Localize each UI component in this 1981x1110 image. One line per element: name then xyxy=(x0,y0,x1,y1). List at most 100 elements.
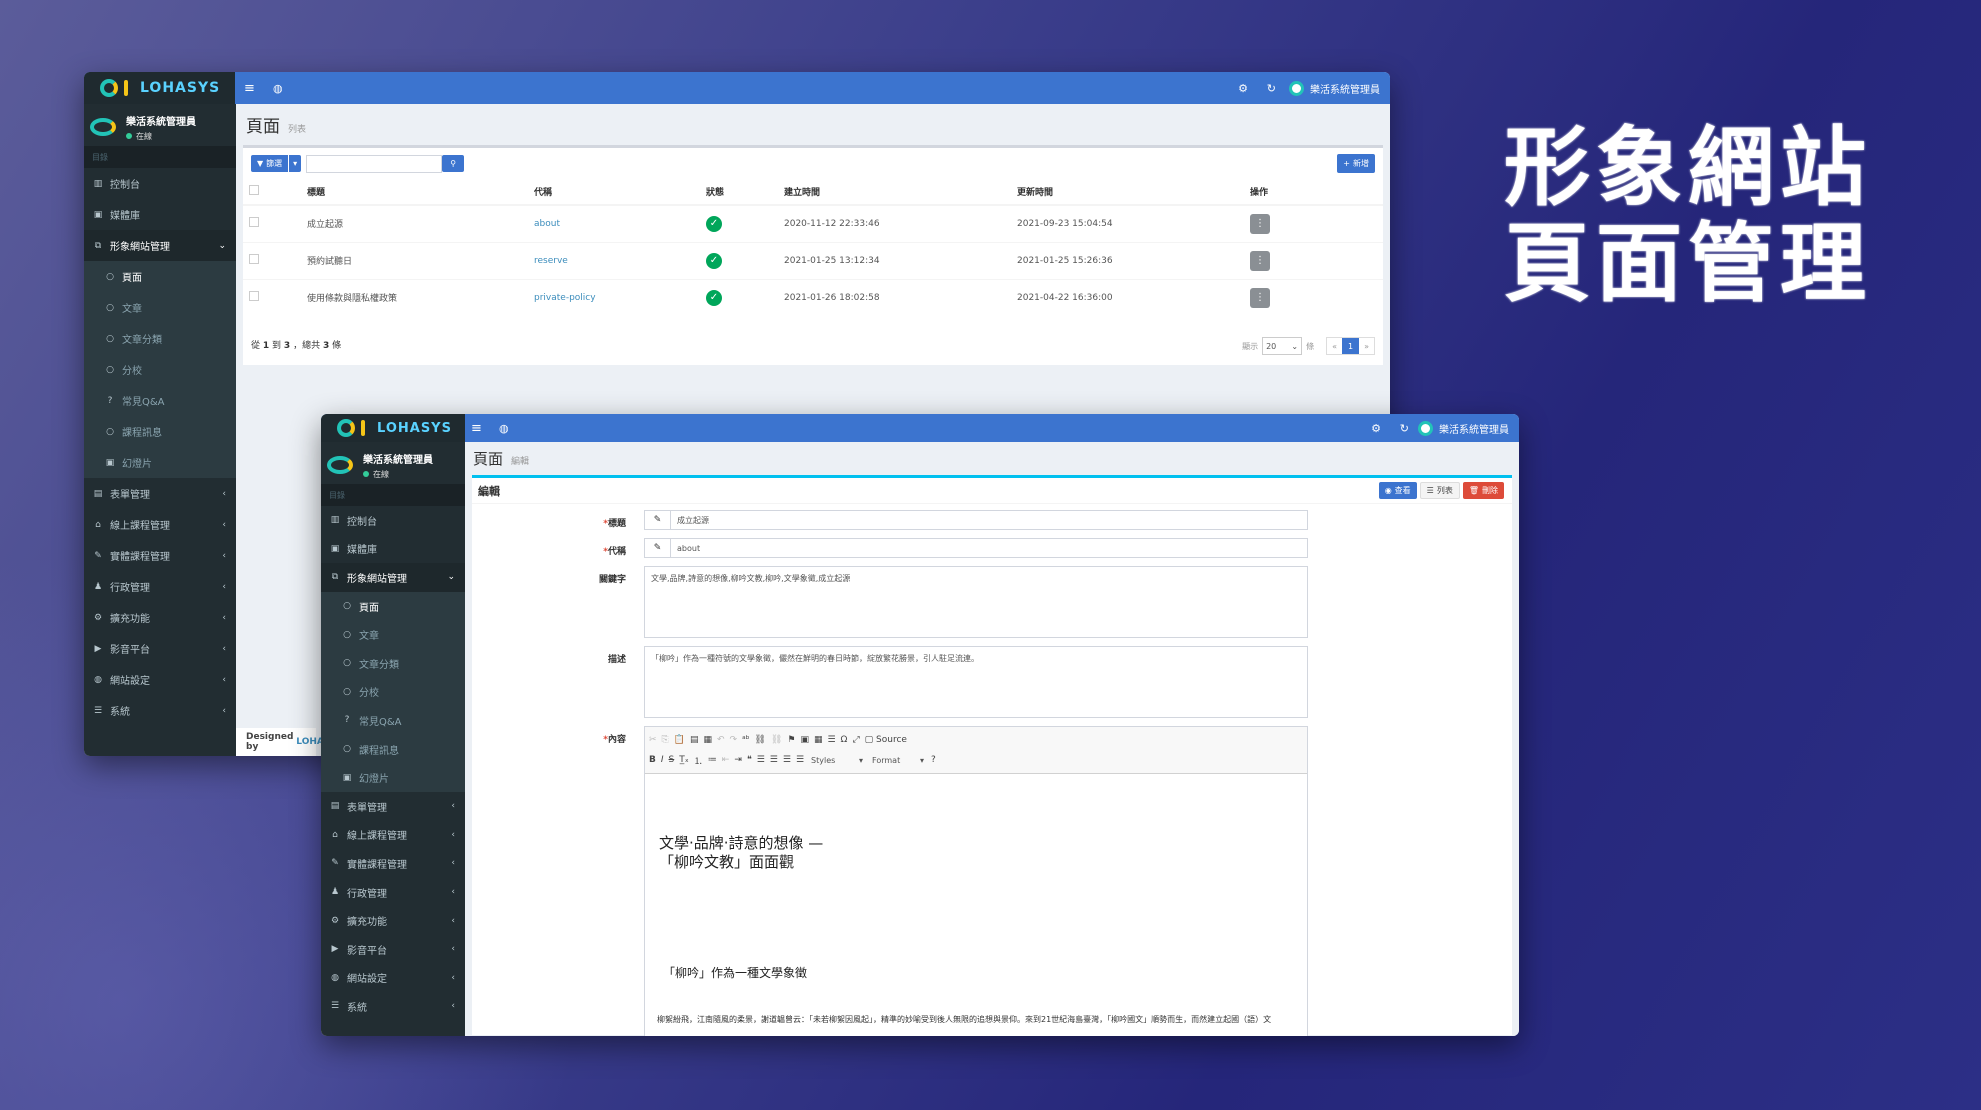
sidebar-item-dashboard[interactable]: ▥ 控制台 xyxy=(321,506,465,535)
maximize-icon[interactable]: ⤢ xyxy=(852,735,859,745)
source-button[interactable]: ▢ Source xyxy=(865,735,907,745)
remove-format-icon[interactable]: T̲ₓ xyxy=(679,755,689,765)
page-link-current[interactable]: 1 xyxy=(1342,338,1360,354)
unlink-icon[interactable]: ⛓ xyxy=(771,735,782,745)
sidebar-subitem-articles[interactable]: ○ 文章 xyxy=(321,620,465,649)
blockquote-icon[interactable]: ❝ xyxy=(747,755,752,765)
sidebar-subitem-articles[interactable]: ○ 文章 xyxy=(84,292,236,323)
list-button[interactable]: ☰ 列表 xyxy=(1419,482,1460,499)
col-slug[interactable]: 代稱 xyxy=(530,179,702,206)
col-select[interactable] xyxy=(243,179,303,206)
row-checkbox[interactable] xyxy=(249,291,259,302)
next-page-link[interactable]: » xyxy=(1359,342,1374,351)
sidebar-subitem-categories[interactable]: ○ 文章分類 xyxy=(84,323,236,354)
row-slug-link[interactable]: reserve xyxy=(530,241,702,279)
settings-icon[interactable]: ⚙ xyxy=(1238,72,1248,104)
sidebar-item-video[interactable]: ▶ 影音平台 ‹ xyxy=(321,935,465,964)
filter-button[interactable]: ▼ 篩選 xyxy=(251,155,289,172)
col-status[interactable]: 狀態 xyxy=(702,179,780,206)
copy-icon[interactable]: ⎘ xyxy=(662,735,669,745)
sidebar-subitem-course-news[interactable]: ○ 課程訊息 xyxy=(321,735,465,764)
sidebar-item-system[interactable]: ☰ 系統 ‹ xyxy=(321,992,465,1021)
col-updated[interactable]: 更新時間 xyxy=(1013,179,1246,206)
delete-button[interactable]: 🗑 刪除 xyxy=(1462,482,1504,499)
sidebar-item-site-settings[interactable]: ◍ 網站設定 ‹ xyxy=(321,964,465,993)
special-char-icon[interactable]: Ω xyxy=(841,735,848,745)
description-textarea[interactable]: 「柳吟」作為一種符號的文學象徵，儼然在鮮明的春日時節，綻放繁花勝景，引人駐足流連… xyxy=(644,646,1308,718)
image-icon[interactable]: ▣ xyxy=(800,735,809,745)
sidebar-item-extensions[interactable]: ⚙ 擴充功能 ‹ xyxy=(321,906,465,935)
sidebar-item-extensions[interactable]: ⚙ 擴充功能 ‹ xyxy=(84,602,236,633)
slug-field[interactable]: ✎ about xyxy=(644,538,1308,558)
row-checkbox[interactable] xyxy=(249,217,259,228)
sidebar-item-online-courses[interactable]: ⌂ 線上課程管理 ‹ xyxy=(84,509,236,540)
row-slug-link[interactable]: private-policy xyxy=(530,278,702,316)
search-button[interactable]: ⚲ xyxy=(442,155,465,172)
sidebar-subitem-faq[interactable]: ? 常見Q&A xyxy=(84,385,236,416)
sidebar-item-media[interactable]: ▣ 媒體庫 xyxy=(321,535,465,564)
view-button[interactable]: ◉ 查看 xyxy=(1378,482,1417,499)
keywords-textarea[interactable]: 文學,品牌,詩意的想像,柳吟文教,柳吟,文學象徵,成立起源 xyxy=(644,566,1308,638)
select-all-checkbox[interactable] xyxy=(249,185,259,195)
undo-icon[interactable]: ↶ xyxy=(717,735,725,745)
redo-icon[interactable]: ↷ xyxy=(730,735,738,745)
col-title[interactable]: 標題 xyxy=(303,179,530,206)
sidebar-item-system[interactable]: ☰ 系統 ‹ xyxy=(84,695,236,726)
refresh-icon[interactable]: ↻ xyxy=(1400,414,1409,442)
menu-toggle-icon[interactable]: ≡ xyxy=(244,72,255,104)
status-check-icon[interactable]: ✓ xyxy=(706,252,722,269)
sidebar-subitem-pages[interactable]: ○ 頁面 xyxy=(84,261,236,292)
more-actions-icon[interactable]: ⋮ xyxy=(1250,250,1270,271)
cut-icon[interactable]: ✂ xyxy=(649,735,657,745)
paste-word-icon[interactable]: ▦ xyxy=(703,735,712,745)
title-field[interactable]: ✎ 成立起源 xyxy=(644,510,1308,530)
status-check-icon[interactable]: ✓ xyxy=(706,215,722,232)
sidebar-item-forms[interactable]: ▤ 表單管理 ‹ xyxy=(84,478,236,509)
justify-icon[interactable]: ☰ xyxy=(796,755,804,765)
per-page-select[interactable]: 20 ⌄ xyxy=(1262,337,1303,355)
search-input[interactable] xyxy=(306,154,443,173)
globe-icon[interactable]: ◍ xyxy=(273,72,283,104)
table-icon[interactable]: ▦ xyxy=(814,735,823,745)
sidebar-subitem-categories[interactable]: ○ 文章分類 xyxy=(321,649,465,678)
sidebar-item-online-courses[interactable]: ⌂ 線上課程管理 ‹ xyxy=(321,821,465,850)
row-slug-link[interactable]: about xyxy=(530,204,702,242)
more-actions-icon[interactable]: ⋮ xyxy=(1250,213,1270,234)
more-actions-icon[interactable]: ⋮ xyxy=(1250,287,1270,308)
globe-icon[interactable]: ◍ xyxy=(499,414,509,442)
row-checkbox[interactable] xyxy=(249,254,259,264)
sidebar-item-admin[interactable]: ♟ 行政管理 ‹ xyxy=(84,571,236,602)
italic-icon[interactable]: I xyxy=(661,755,664,765)
menu-toggle-icon[interactable]: ≡ xyxy=(471,414,482,442)
sidebar-item-dashboard[interactable]: ▥ 控制台 xyxy=(84,168,236,199)
sidebar-item-media[interactable]: ▣ 媒體庫 xyxy=(84,199,236,230)
spellcheck-icon[interactable]: ᵃᵇ xyxy=(742,735,749,745)
user-menu[interactable]: 樂活系統管理員 xyxy=(1418,414,1509,442)
format-dropdown[interactable]: Format ▾ xyxy=(870,756,926,765)
sidebar-item-website[interactable]: ⧉ 形象網站管理 ⌄ xyxy=(321,563,465,592)
brand-logo[interactable]: LOHASYS xyxy=(321,414,465,442)
align-left-icon[interactable]: ☰ xyxy=(757,755,765,765)
bulleted-list-icon[interactable]: ≔ xyxy=(708,755,717,765)
editor-content[interactable]: 文學·品牌·詩意的想像 — 「柳吟文教」面面觀 「柳吟」作為一種文學象徵 柳絮紛… xyxy=(645,774,1307,1036)
sidebar-item-video[interactable]: ▶ 影音平台 ‹ xyxy=(84,633,236,664)
paste-text-icon[interactable]: ▤ xyxy=(690,735,699,745)
paste-icon[interactable]: 📋 xyxy=(674,735,685,745)
col-created[interactable]: 建立時間 xyxy=(780,179,1013,206)
horizontal-rule-icon[interactable]: ☰ xyxy=(827,735,835,745)
settings-icon[interactable]: ⚙ xyxy=(1371,414,1381,442)
help-icon[interactable]: ? xyxy=(931,755,936,765)
strike-icon[interactable]: S xyxy=(669,755,675,765)
user-menu[interactable]: 樂活系統管理員 xyxy=(1289,72,1380,104)
status-check-icon[interactable]: ✓ xyxy=(706,289,722,306)
sidebar-item-physical-courses[interactable]: ✎ 實體課程管理 ‹ xyxy=(321,849,465,878)
sidebar-subitem-slides[interactable]: ▣ 幻燈片 xyxy=(321,763,465,792)
sidebar-subitem-branches[interactable]: ○ 分校 xyxy=(84,354,236,385)
link-icon[interactable]: ⛓ xyxy=(754,735,765,745)
sidebar-subitem-faq[interactable]: ? 常見Q&A xyxy=(321,706,465,735)
sidebar-subitem-course-news[interactable]: ○ 課程訊息 xyxy=(84,416,236,447)
align-center-icon[interactable]: ☰ xyxy=(770,755,778,765)
sidebar-subitem-pages[interactable]: ○ 頁面 xyxy=(321,592,465,621)
brand-logo[interactable]: LOHASYS xyxy=(84,72,235,104)
sidebar-subitem-branches[interactable]: ○ 分校 xyxy=(321,678,465,707)
